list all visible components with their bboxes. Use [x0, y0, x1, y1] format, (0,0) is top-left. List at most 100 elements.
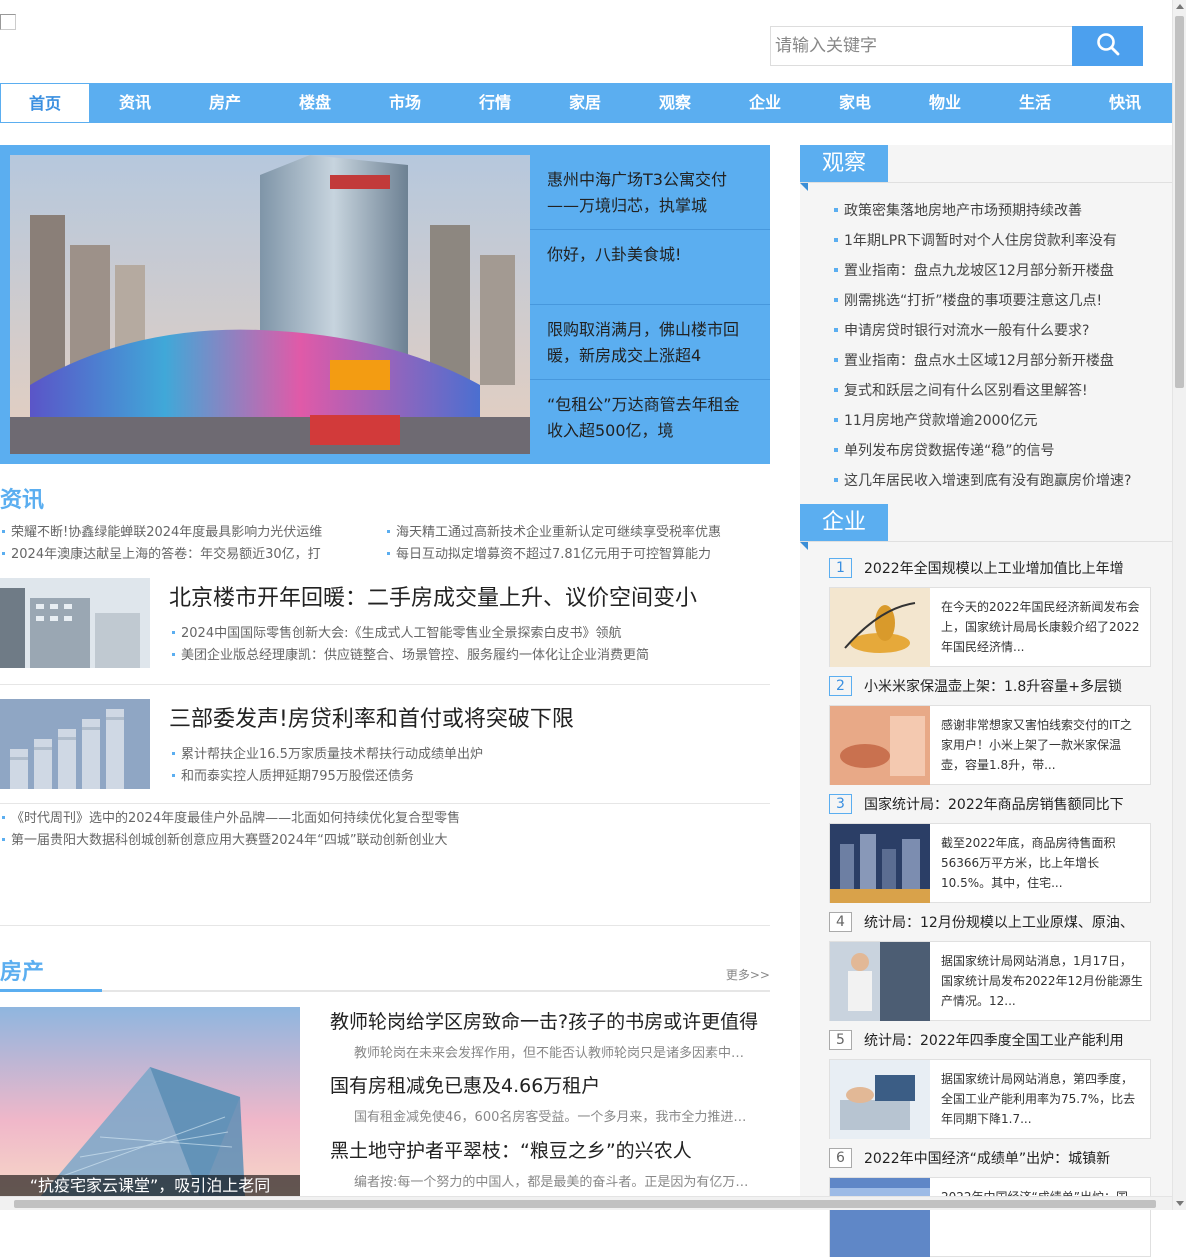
- news-feature-title[interactable]: 北京楼市开年回暖：二手房成交量上升、议价空间变小: [169, 580, 697, 612]
- more-link[interactable]: 更多>>: [726, 966, 770, 983]
- enterprise-item-image[interactable]: [830, 824, 930, 903]
- observation-item[interactable]: 置业指南：盘点水土区域12月部分新开楼盘: [834, 346, 1154, 376]
- nav-item-news[interactable]: 资讯: [90, 83, 180, 123]
- enterprise-item-title[interactable]: 2022年中国经济“成绩单”出炉：城镇新: [864, 1148, 1149, 1168]
- item-text: 政策密集落地房地产市场预期持续改善: [844, 203, 1082, 219]
- observation-item[interactable]: 1年期LPR下调暂时对个人住房贷款利率没有: [834, 226, 1154, 256]
- item-text: 复式和跃层之间有什么区别看这里解答!: [844, 383, 1088, 399]
- enterprise-item-title[interactable]: 小米米家保温壶上架：1.8升容量+多层锁: [864, 676, 1149, 696]
- observation-item[interactable]: 政策密集落地房地产市场预期持续改善: [834, 196, 1154, 226]
- nav-item-quotes[interactable]: 行情: [450, 83, 540, 123]
- nav-item-life[interactable]: 生活: [990, 83, 1080, 123]
- divider: [0, 925, 770, 926]
- enterprise-item-image[interactable]: [830, 1178, 930, 1257]
- realestate-feature-image[interactable]: “抗疫宅家云课堂”，吸引泊上老同: [0, 1007, 300, 1197]
- enterprise-item-title[interactable]: 统计局：2022年四季度全国工业产能利用: [864, 1030, 1149, 1050]
- hero-headline[interactable]: 你好，八卦美食城!: [530, 230, 770, 305]
- nav-item-market[interactable]: 市场: [360, 83, 450, 123]
- hero-headline[interactable]: 限购取消满月，佛山楼市回暖，新房成交上涨超4: [530, 305, 770, 380]
- nav-item-home[interactable]: 首页: [0, 83, 90, 123]
- hero-headline[interactable]: 惠州中海广场T3公寓交付——万境归芯，执掌城: [530, 155, 770, 230]
- nav-item-flash[interactable]: 快讯: [1080, 83, 1170, 123]
- enterprise-item-title[interactable]: 统计局：12月份规模以上工业原煤、原油、: [864, 912, 1149, 932]
- news-link-text[interactable]: 每日互动拟定增募资不超过7.81亿元用于可控智算能力: [396, 547, 711, 562]
- news-feature-sublink[interactable]: 和而泰实控人质押延期795万股偿还债务: [170, 765, 414, 784]
- rank-badge: 5: [829, 1030, 852, 1050]
- observation-item[interactable]: 刚需挑选“打折”楼盘的事项要注意这几点!: [834, 286, 1154, 316]
- nav-item-appliances[interactable]: 家电: [810, 83, 900, 123]
- enterprise-item-desc: 据国家统计局网站消息，第四季度，全国工业产能利用率为75.7%，比去年同期下降1…: [941, 1072, 1136, 1126]
- realestate-header: 房产 更多>>: [0, 952, 770, 992]
- realestate-item: 国有房租减免已惠及4.66万租户 国有租金减免使46，600名房客受益。一个多月…: [330, 1071, 770, 1125]
- sublink-text: 美团企业版总经理康凯：供应链整合、场景管控、服务履约一体化让企业消费更简: [181, 648, 650, 663]
- item-text: 这几年居民收入增速到底有没有跑赢房价增速?: [844, 473, 1132, 489]
- observation-item[interactable]: 置业指南：盘点九龙坡区12月部分新开楼盘: [834, 256, 1154, 286]
- news-link[interactable]: 每日互动拟定增募资不超过7.81亿元用于可控智算能力: [385, 544, 770, 566]
- news-feature-image[interactable]: [0, 578, 150, 668]
- hero-slider: 惠州中海广场T3公寓交付——万境归芯，执掌城 你好，八卦美食城! 限购取消满月，…: [0, 145, 770, 464]
- enterprise-item-image[interactable]: [830, 588, 930, 667]
- rank-badge: 2: [829, 676, 852, 696]
- realestate-item: 黑土地守护者平翠枝：“粮豆之乡”的兴农人 编者按:每一个努力的中国人，都是最美的…: [330, 1136, 770, 1190]
- news-link-text[interactable]: 荣耀不断!协鑫绿能蝉联2024年度最具影响力光伏运维: [11, 525, 322, 540]
- enterprise-item-image[interactable]: [830, 942, 930, 1021]
- news-bottom-link[interactable]: 第一届贵阳大数据科创城创新创意应用大赛暨2024年“四城”联动创新创业大: [0, 829, 448, 848]
- search-bar: [770, 26, 1143, 66]
- news-bottom-link[interactable]: 《时代周刊》选中的2024年度最佳户外品牌——北面如何持续优化复合型零售: [0, 807, 460, 826]
- realestate-item-title[interactable]: 教师轮岗给学区房致命一击?孩子的书房或许更值得: [330, 1011, 758, 1033]
- nav-item-realestate[interactable]: 房产: [180, 83, 270, 123]
- divider: [800, 182, 1172, 183]
- news-link-text[interactable]: 海天精工通过高新技术企业重新认定可继续享受税率优惠: [396, 525, 721, 540]
- hero-headline[interactable]: “包租公”万达商管去年租金收入超500亿，境: [530, 380, 770, 455]
- hero-image[interactable]: [10, 155, 530, 454]
- enterprise-item-title[interactable]: 国家统计局：2022年商品房销售额同比下: [864, 794, 1149, 814]
- news-link-text[interactable]: 2024年澳康达献呈上海的答卷：年交易额近30亿，打: [11, 547, 321, 562]
- realestate-item-title[interactable]: 黑土地守护者平翠枝：“粮豆之乡”的兴农人: [330, 1140, 692, 1162]
- news-link[interactable]: 海天精工通过高新技术企业重新认定可继续享受税率优惠: [385, 522, 770, 544]
- enterprise-item-image[interactable]: [830, 1060, 930, 1139]
- scrollbar-thumb[interactable]: [14, 1200, 1156, 1208]
- news-feature-sublink[interactable]: 2024中国国际零售创新大会:《生成式人工智能零售业全景探索白皮书》领航: [170, 622, 621, 641]
- sublink-text: 累计帮扶企业16.5万家质量技术帮扶行动成绩单出炉: [181, 747, 483, 762]
- scroll-up-icon[interactable]: [1176, 4, 1184, 9]
- news-feature-image[interactable]: [0, 699, 150, 789]
- nav-item-property-mgmt[interactable]: 物业: [900, 83, 990, 123]
- sublink-text: 2024中国国际零售创新大会:《生成式人工智能零售业全景探索白皮书》领航: [181, 626, 622, 641]
- realestate-item-desc: 教师轮岗在未来会发挥作用，但不能否认教师轮岗只是诸多因素中的一个...: [354, 1046, 754, 1061]
- observation-item[interactable]: 复式和跃层之间有什么区别看这里解答!: [834, 376, 1154, 406]
- search-button[interactable]: [1072, 26, 1143, 66]
- enterprise-item: 4 统计局：12月份规模以上工业原煤、原油、 据国家统计局网站消息，1月17日，国…: [829, 909, 1151, 1021]
- news-feature-sublink[interactable]: 累计帮扶企业16.5万家质量技术帮扶行动成绩单出炉: [170, 743, 483, 762]
- news-link[interactable]: 2024年澳康达献呈上海的答卷：年交易额近30亿，打: [0, 544, 385, 566]
- divider: [0, 684, 770, 685]
- enterprise-item-image[interactable]: [830, 706, 930, 785]
- nav-item-home-furnishing[interactable]: 家居: [540, 83, 630, 123]
- observation-item[interactable]: 单列发布房贷数据传递“稳”的信号: [834, 436, 1154, 466]
- news-feature-sublink[interactable]: 美团企业版总经理康凯：供应链整合、场景管控、服务履约一体化让企业消费更简: [170, 644, 649, 663]
- scrollbar-thumb[interactable]: [1175, 16, 1184, 388]
- observation-item[interactable]: 申请房贷时银行对流水一般有什么要求?: [834, 316, 1154, 346]
- horizontal-scrollbar[interactable]: [0, 1196, 1172, 1210]
- search-icon: [1096, 32, 1120, 60]
- site-logo[interactable]: [0, 14, 16, 30]
- nav-item-observation[interactable]: 观察: [630, 83, 720, 123]
- enterprise-item-desc: 据国家统计局网站消息，1月17日，国家统计局发布2022年12月份能源生产情况。…: [941, 954, 1143, 1008]
- scroll-down-icon[interactable]: [1176, 1201, 1184, 1206]
- item-text: 置业指南：盘点九龙坡区12月部分新开楼盘: [844, 263, 1114, 279]
- rank-badge: 1: [829, 558, 852, 578]
- item-text: 1年期LPR下调暂时对个人住房贷款利率没有: [844, 233, 1117, 249]
- nav-item-properties[interactable]: 楼盘: [270, 83, 360, 123]
- item-text: 刚需挑选“打折”楼盘的事项要注意这几点!: [844, 293, 1103, 309]
- nav-item-enterprise[interactable]: 企业: [720, 83, 810, 123]
- news-feature: 北京楼市开年回暖：二手房成交量上升、议价空间变小 2024中国国际零售创新大会:…: [0, 578, 770, 678]
- news-feature-title[interactable]: 三部委发声!房贷利率和首付或将突破下限: [169, 701, 574, 733]
- observation-list: 政策密集落地房地产市场预期持续改善 1年期LPR下调暂时对个人住房贷款利率没有 …: [834, 196, 1154, 496]
- header-underline: [0, 989, 102, 992]
- news-link[interactable]: 荣耀不断!协鑫绿能蝉联2024年度最具影响力光伏运维: [0, 522, 385, 544]
- observation-item[interactable]: 这几年居民收入增速到底有没有跑赢房价增速?: [834, 466, 1154, 496]
- enterprise-item-title[interactable]: 2022年全国规模以上工业增加值比上年增: [864, 558, 1149, 578]
- search-input[interactable]: [770, 26, 1072, 66]
- observation-item[interactable]: 11月房地产贷款增逾2000亿元: [834, 406, 1154, 436]
- realestate-item-title[interactable]: 国有房租减免已惠及4.66万租户: [330, 1075, 600, 1097]
- vertical-scrollbar[interactable]: [1172, 0, 1186, 1210]
